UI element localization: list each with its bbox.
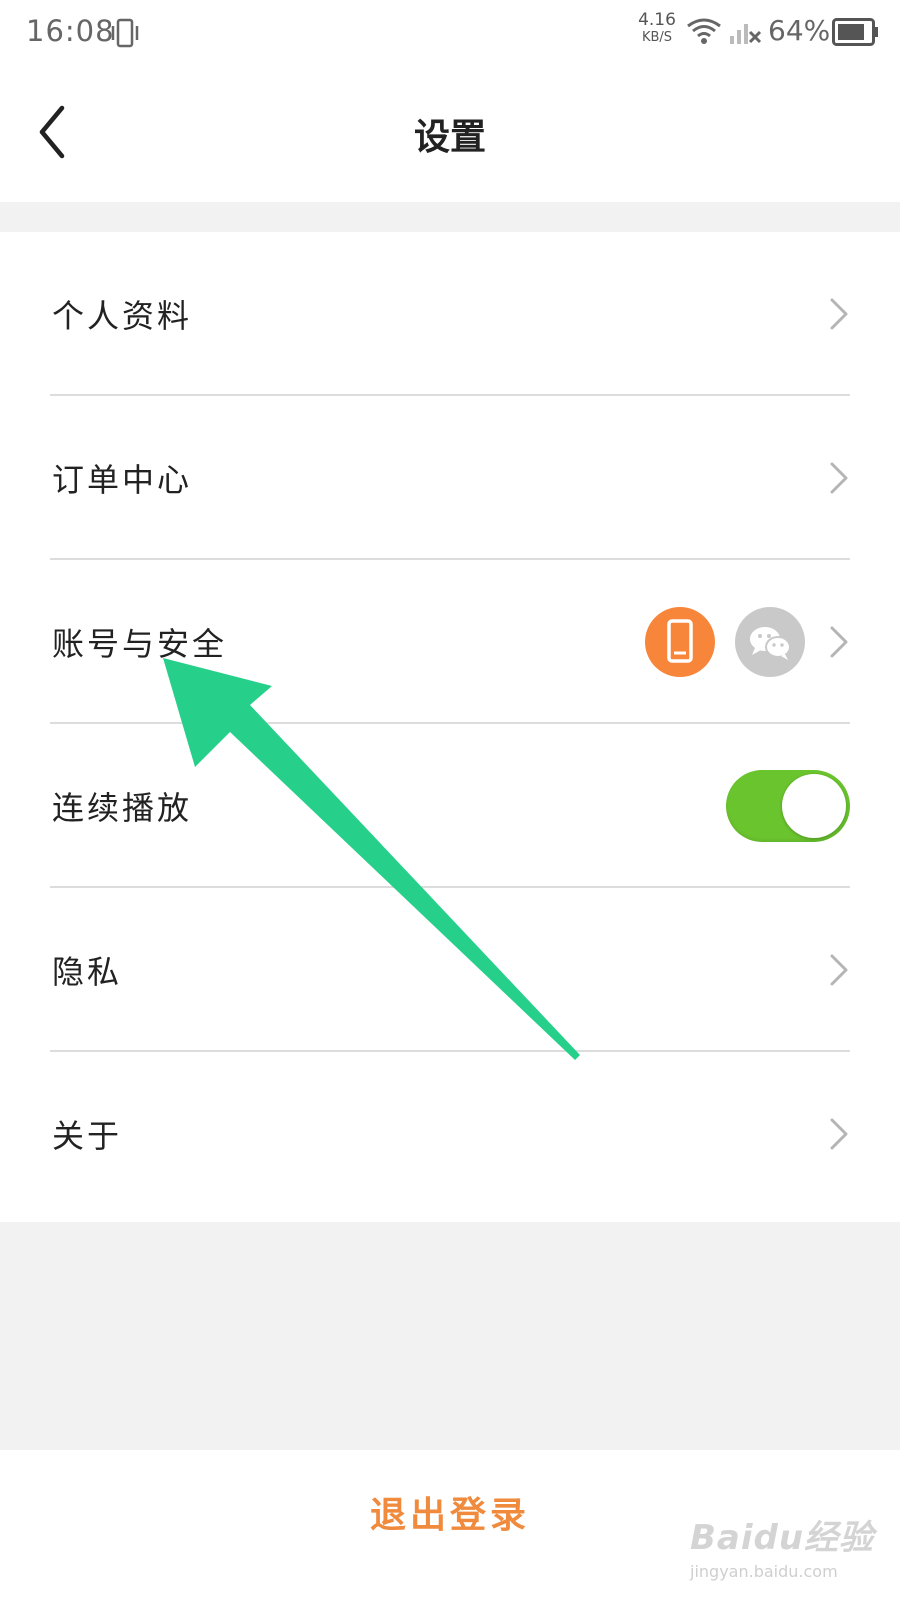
menu-item-label: 个人资料 (52, 297, 193, 335)
wechat-icon (735, 607, 805, 677)
menu-item-about[interactable]: 关于 (0, 1052, 900, 1216)
chevron-right-icon (830, 1118, 848, 1150)
menu-item-profile[interactable]: 个人资料 (0, 232, 900, 396)
watermark-url: jingyan.baidu.com (690, 1562, 838, 1581)
toggle-knob (782, 774, 846, 838)
battery-percent: 64% (768, 14, 831, 47)
network-speed: 4.16 KB/S (634, 10, 680, 45)
menu-item-label: 关于 (52, 1117, 123, 1155)
menu-item-label: 订单中心 (52, 461, 193, 499)
chevron-right-icon (830, 954, 848, 986)
menu-item-account-security[interactable]: 账号与安全 (0, 560, 900, 724)
menu-item-privacy[interactable]: 隐私 (0, 888, 900, 1052)
settings-menu: 个人资料 订单中心 账号与安全 连续播放 隐私 关于 (0, 232, 900, 1222)
autoplay-toggle[interactable] (726, 770, 850, 842)
menu-item-label: 连续播放 (52, 789, 193, 827)
baidu-watermark: Baidu经验 jingyan.baidu.com (690, 1510, 890, 1595)
network-speed-unit: KB/S (641, 30, 673, 45)
menu-item-label: 账号与安全 (52, 625, 228, 663)
page-title: 设置 (413, 117, 486, 158)
status-time: 16:08 (26, 14, 115, 48)
battery-icon (832, 18, 878, 46)
menu-item-label: 隐私 (52, 953, 123, 991)
vibrate-icon (111, 18, 139, 48)
chevron-right-icon (830, 462, 848, 494)
status-bar: 16:08 4.16 KB/S 64% (0, 0, 900, 64)
chevron-right-icon (830, 626, 848, 658)
phone-icon (645, 607, 715, 677)
network-speed-value: 4.16 (638, 10, 676, 30)
watermark-brand: Baidu经验 (690, 1518, 875, 1558)
chevron-right-icon (830, 298, 848, 330)
wifi-icon (687, 18, 721, 44)
menu-item-autoplay: 连续播放 (0, 724, 900, 888)
header: 设置 (0, 64, 900, 202)
signal-icon (730, 24, 762, 44)
menu-item-orders[interactable]: 订单中心 (0, 396, 900, 560)
